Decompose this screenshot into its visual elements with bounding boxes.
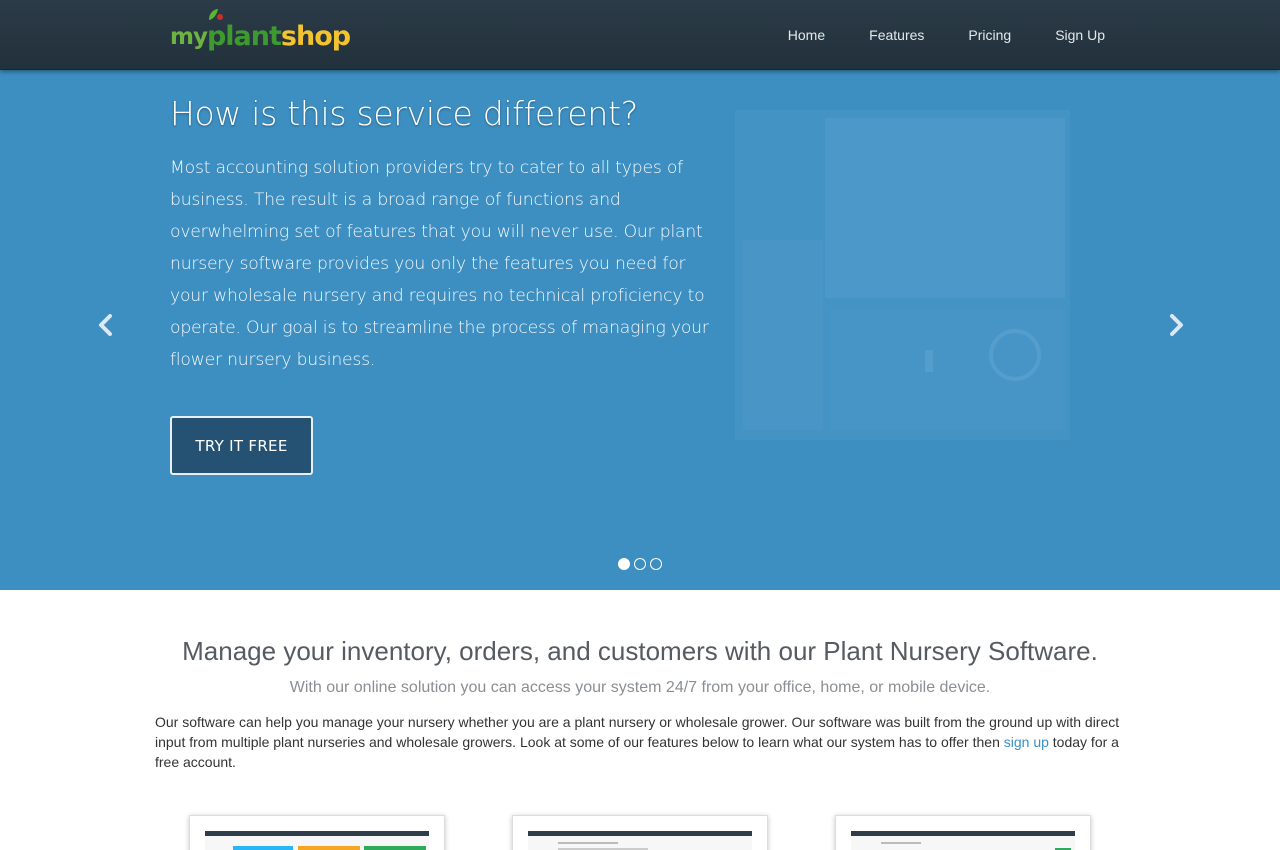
feature-thumbnail-orders[interactable] (512, 815, 768, 850)
carousel-indicators (618, 558, 662, 570)
sign-up-link[interactable]: sign up (1004, 734, 1049, 750)
logo-text-my: my (170, 24, 208, 50)
nav-link-features[interactable]: Features (847, 0, 946, 70)
leaf-icon (209, 9, 223, 20)
try-it-free-button[interactable]: TRY IT FREE (170, 416, 313, 475)
body-text: Our software can help you manage your nu… (155, 714, 1120, 750)
carousel-prev-button[interactable] (91, 310, 121, 340)
nav-item: Features (847, 0, 946, 70)
carousel-indicator-1[interactable] (618, 558, 630, 570)
nav-item: Home (766, 0, 847, 70)
thumbnail-screen (851, 831, 1075, 850)
carousel-next-button[interactable] (1161, 310, 1191, 340)
section-body: Our software can help you manage your nu… (155, 712, 1130, 772)
logo-text-shop: shop (280, 21, 351, 52)
feature-thumbnail-dashboard[interactable] (189, 815, 445, 850)
hero-screenshot-image (735, 110, 1070, 440)
nav-item: Pricing (946, 0, 1033, 70)
thumbnail-screen (205, 831, 429, 850)
hero-description: Most accounting solution providers try t… (170, 158, 709, 370)
section-heading: Manage your inventory, orders, and custo… (182, 636, 1098, 666)
section-subheading: With our online solution you can access … (289, 679, 991, 696)
feature-thumbnail-inventory[interactable] (835, 815, 1091, 850)
chevron-left-icon (99, 314, 112, 336)
carousel-indicator-2[interactable] (634, 558, 646, 570)
thumbnail-screen (528, 831, 752, 850)
nav-item: Sign Up (1033, 0, 1127, 70)
brand-logo[interactable]: my plant shop (170, 8, 351, 52)
chevron-right-icon (1170, 314, 1183, 336)
nav-link-sign-up[interactable]: Sign Up (1033, 0, 1127, 70)
logo-text-plant: plant (206, 21, 282, 52)
nav-link-pricing[interactable]: Pricing (946, 0, 1033, 70)
main-nav: Home Features Pricing Sign Up (766, 0, 1127, 70)
top-navbar: my plant shop Home Features Pricing Sign U… (0, 0, 1280, 70)
carousel-indicator-3[interactable] (650, 558, 662, 570)
hero-title: How is this service different? (170, 94, 638, 133)
hero-carousel: How is this service different? Most acco… (0, 70, 1280, 590)
nav-link-home[interactable]: Home (766, 0, 847, 70)
